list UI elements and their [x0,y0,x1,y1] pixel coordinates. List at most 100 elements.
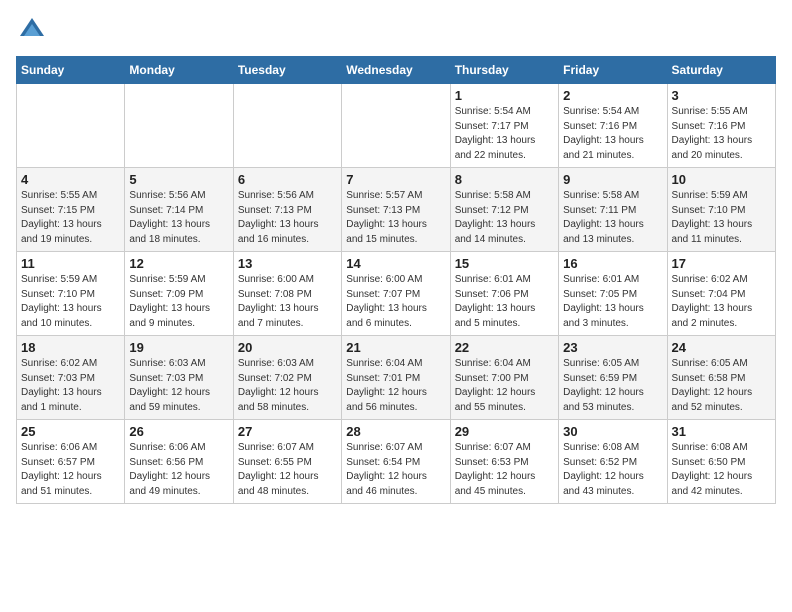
calendar-day-cell: 12 Sunrise: 5:59 AM Sunset: 7:09 PM Dayli… [125,252,233,336]
day-info: Sunrise: 5:55 AM Sunset: 7:16 PM Dayligh… [672,105,771,163]
day-number: 5 [129,172,228,187]
day-info: Sunrise: 5:54 AM Sunset: 7:16 PM Dayligh… [563,105,662,163]
calendar-day-cell: 26 Sunrise: 6:06 AM Sunset: 6:56 PM Dayli… [125,420,233,504]
calendar-day-cell: 9 Sunrise: 5:58 AM Sunset: 7:11 PM Daylig… [559,168,667,252]
calendar-day-cell: 20 Sunrise: 6:03 AM Sunset: 7:02 PM Dayli… [233,336,341,420]
day-number: 29 [455,424,554,439]
day-info: Sunrise: 6:07 AM Sunset: 6:53 PM Dayligh… [455,441,554,499]
day-number: 21 [346,340,445,355]
day-info: Sunrise: 6:03 AM Sunset: 7:02 PM Dayligh… [238,357,337,415]
calendar-week-row: 25Sunrise: 6:06 AM Sunset: 6:57 PM Dayli… [17,420,776,504]
day-info: Sunrise: 5:58 AM Sunset: 7:11 PM Dayligh… [563,189,662,247]
day-info: Sunrise: 6:00 AM Sunset: 7:07 PM Dayligh… [346,273,445,331]
calendar-day-cell: 30 Sunrise: 6:08 AM Sunset: 6:52 PM Dayli… [559,420,667,504]
day-number: 15 [455,256,554,271]
day-number: 2 [563,88,662,103]
day-number: 19 [129,340,228,355]
day-number: 3 [672,88,771,103]
day-number: 7 [346,172,445,187]
day-of-week-header: Monday [125,57,233,84]
calendar-day-cell: 25Sunrise: 6:06 AM Sunset: 6:57 PM Dayli… [17,420,125,504]
calendar-day-cell: 7 Sunrise: 5:57 AM Sunset: 7:13 PM Daylig… [342,168,450,252]
calendar-day-cell: 27 Sunrise: 6:07 AM Sunset: 6:55 PM Dayli… [233,420,341,504]
day-of-week-header: Wednesday [342,57,450,84]
day-info: Sunrise: 5:57 AM Sunset: 7:13 PM Dayligh… [346,189,445,247]
calendar-day-cell: 18 Sunrise: 6:02 AM Sunset: 7:03 PM Dayli… [17,336,125,420]
logo-icon [18,16,46,44]
calendar-day-cell: 28 Sunrise: 6:07 AM Sunset: 6:54 PM Dayli… [342,420,450,504]
day-of-week-header: Tuesday [233,57,341,84]
day-number: 27 [238,424,337,439]
day-of-week-header: Friday [559,57,667,84]
day-number: 6 [238,172,337,187]
day-info: Sunrise: 6:07 AM Sunset: 6:54 PM Dayligh… [346,441,445,499]
calendar-header-row: SundayMondayTuesdayWednesdayThursdayFrid… [17,57,776,84]
day-of-week-header: Thursday [450,57,558,84]
day-info: Sunrise: 6:06 AM Sunset: 6:57 PM Dayligh… [21,441,120,499]
calendar-day-cell: 22Sunrise: 6:04 AM Sunset: 7:00 PM Dayli… [450,336,558,420]
calendar-day-cell: 11 Sunrise: 5:59 AM Sunset: 7:10 PM Dayli… [17,252,125,336]
calendar-day-cell: 19 Sunrise: 6:03 AM Sunset: 7:03 PM Dayli… [125,336,233,420]
calendar-day-cell: 6 Sunrise: 5:56 AM Sunset: 7:13 PM Daylig… [233,168,341,252]
day-number: 30 [563,424,662,439]
day-info: Sunrise: 6:07 AM Sunset: 6:55 PM Dayligh… [238,441,337,499]
day-number: 31 [672,424,771,439]
calendar-day-cell: 13 Sunrise: 6:00 AM Sunset: 7:08 PM Dayli… [233,252,341,336]
calendar-day-cell: 3 Sunrise: 5:55 AM Sunset: 7:16 PM Daylig… [667,84,775,168]
day-of-week-header: Sunday [17,57,125,84]
day-info: Sunrise: 6:08 AM Sunset: 6:52 PM Dayligh… [563,441,662,499]
day-info: Sunrise: 5:58 AM Sunset: 7:12 PM Dayligh… [455,189,554,247]
calendar-day-cell [342,84,450,168]
day-number: 23 [563,340,662,355]
calendar-week-row: 11 Sunrise: 5:59 AM Sunset: 7:10 PM Dayli… [17,252,776,336]
calendar-week-row: 18 Sunrise: 6:02 AM Sunset: 7:03 PM Dayli… [17,336,776,420]
calendar-day-cell: 17Sunrise: 6:02 AM Sunset: 7:04 PM Dayli… [667,252,775,336]
day-number: 20 [238,340,337,355]
calendar-day-cell: 5 Sunrise: 5:56 AM Sunset: 7:14 PM Daylig… [125,168,233,252]
day-number: 13 [238,256,337,271]
calendar-day-cell: 29 Sunrise: 6:07 AM Sunset: 6:53 PM Dayli… [450,420,558,504]
day-number: 26 [129,424,228,439]
calendar-day-cell: 31Sunrise: 6:08 AM Sunset: 6:50 PM Dayli… [667,420,775,504]
day-info: Sunrise: 6:00 AM Sunset: 7:08 PM Dayligh… [238,273,337,331]
day-number: 12 [129,256,228,271]
day-info: Sunrise: 6:06 AM Sunset: 6:56 PM Dayligh… [129,441,228,499]
day-number: 9 [563,172,662,187]
day-info: Sunrise: 5:56 AM Sunset: 7:13 PM Dayligh… [238,189,337,247]
day-info: Sunrise: 6:03 AM Sunset: 7:03 PM Dayligh… [129,357,228,415]
day-number: 24 [672,340,771,355]
calendar-day-cell: 16 Sunrise: 6:01 AM Sunset: 7:05 PM Dayli… [559,252,667,336]
calendar-day-cell [125,84,233,168]
day-number: 4 [21,172,120,187]
day-of-week-header: Saturday [667,57,775,84]
calendar-day-cell [233,84,341,168]
day-info: Sunrise: 6:05 AM Sunset: 6:58 PM Dayligh… [672,357,771,415]
calendar-week-row: 1 Sunrise: 5:54 AM Sunset: 7:17 PM Daylig… [17,84,776,168]
calendar-day-cell: 23 Sunrise: 6:05 AM Sunset: 6:59 PM Dayli… [559,336,667,420]
day-info: Sunrise: 6:01 AM Sunset: 7:06 PM Dayligh… [455,273,554,331]
day-number: 8 [455,172,554,187]
calendar-day-cell: 15 Sunrise: 6:01 AM Sunset: 7:06 PM Dayli… [450,252,558,336]
day-info: Sunrise: 6:02 AM Sunset: 7:03 PM Dayligh… [21,357,120,415]
day-number: 18 [21,340,120,355]
day-info: Sunrise: 5:56 AM Sunset: 7:14 PM Dayligh… [129,189,228,247]
day-info: Sunrise: 5:59 AM Sunset: 7:09 PM Dayligh… [129,273,228,331]
day-info: Sunrise: 6:05 AM Sunset: 6:59 PM Dayligh… [563,357,662,415]
day-info: Sunrise: 5:59 AM Sunset: 7:10 PM Dayligh… [21,273,120,331]
day-info: Sunrise: 6:01 AM Sunset: 7:05 PM Dayligh… [563,273,662,331]
day-info: Sunrise: 5:59 AM Sunset: 7:10 PM Dayligh… [672,189,771,247]
day-info: Sunrise: 5:54 AM Sunset: 7:17 PM Dayligh… [455,105,554,163]
calendar-day-cell: 1 Sunrise: 5:54 AM Sunset: 7:17 PM Daylig… [450,84,558,168]
day-number: 16 [563,256,662,271]
calendar-table: SundayMondayTuesdayWednesdayThursdayFrid… [16,56,776,504]
day-info: Sunrise: 5:55 AM Sunset: 7:15 PM Dayligh… [21,189,120,247]
calendar-day-cell: 8 Sunrise: 5:58 AM Sunset: 7:12 PM Daylig… [450,168,558,252]
day-number: 1 [455,88,554,103]
calendar-week-row: 4 Sunrise: 5:55 AM Sunset: 7:15 PM Daylig… [17,168,776,252]
logo [16,16,46,44]
day-number: 22 [455,340,554,355]
calendar-day-cell: 21Sunrise: 6:04 AM Sunset: 7:01 PM Dayli… [342,336,450,420]
page-header [16,16,776,44]
day-number: 11 [21,256,120,271]
day-number: 28 [346,424,445,439]
